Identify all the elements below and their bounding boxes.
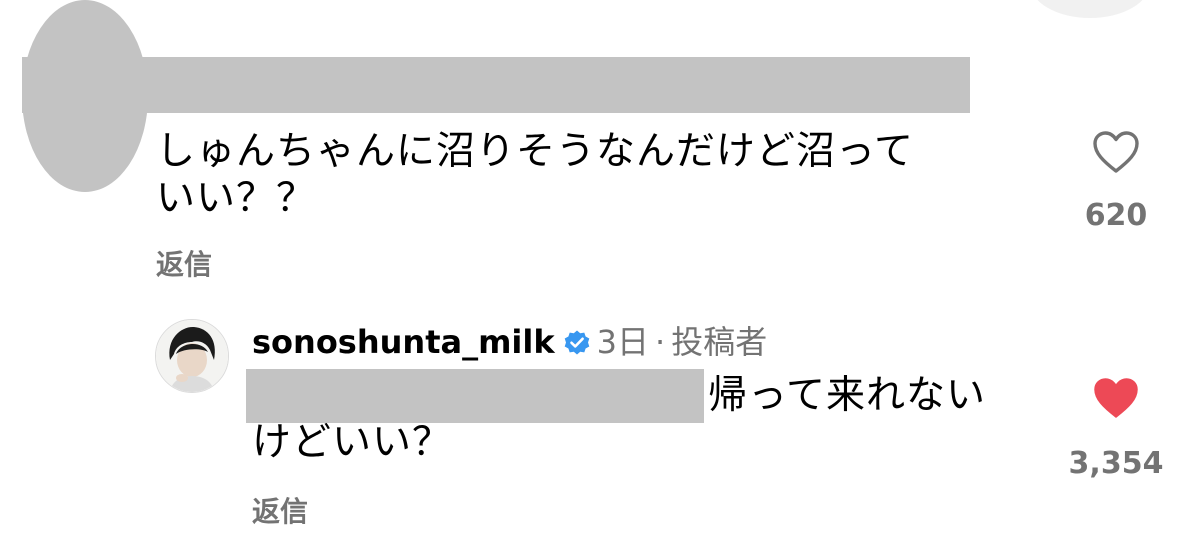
reply-reply-button[interactable]: 返信 xyxy=(252,490,308,530)
reply-avatar[interactable] xyxy=(155,319,229,393)
comment-like-group: 620 xyxy=(1066,130,1166,233)
comment-like-count: 620 xyxy=(1084,198,1148,233)
comment-reply-button[interactable]: 返信 xyxy=(156,243,212,283)
reply-username[interactable]: sonoshunta_milk xyxy=(252,323,555,361)
heart-filled-icon[interactable] xyxy=(1092,376,1140,420)
reply-like-group: 3,354 xyxy=(1066,376,1166,481)
reply-timestamp: 3日 xyxy=(596,323,650,361)
commenter-username-redacted xyxy=(22,57,970,113)
reply-text: 帰って来れないけどいい？ xyxy=(252,373,987,465)
comment-text: しゅんちゃんに沼りそうなんだけど沼っていい？？ xyxy=(156,129,915,221)
reply-like-count: 3,354 xyxy=(1068,446,1164,481)
reply-header: sonoshunta_milk 3日 · 投稿者 xyxy=(252,322,767,362)
overlay-button-edge xyxy=(1030,0,1150,18)
meta-separator: · xyxy=(655,323,666,361)
author-badge: 投稿者 xyxy=(671,323,768,361)
verified-badge-icon xyxy=(564,330,589,355)
avatar-photo xyxy=(156,320,228,392)
heart-outline-icon[interactable] xyxy=(1092,130,1140,174)
